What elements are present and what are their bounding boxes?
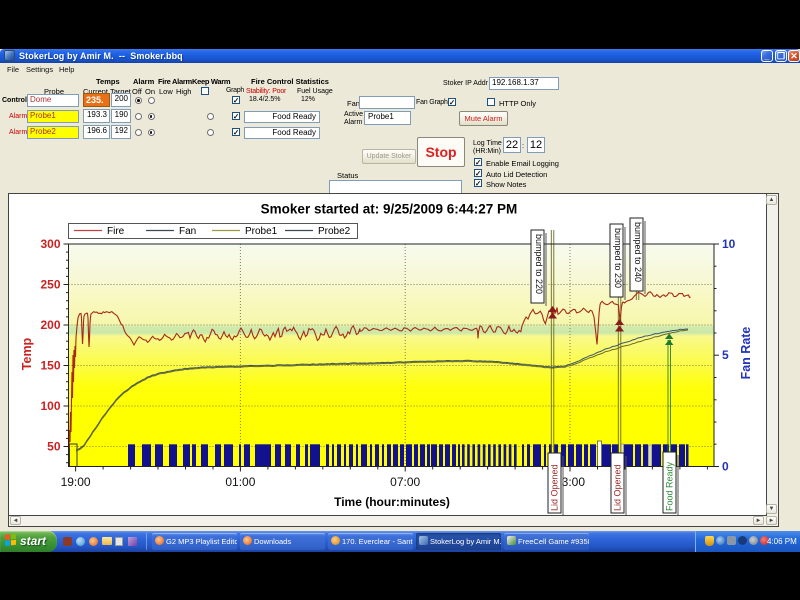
svg-text:200: 200: [40, 318, 60, 332]
svg-text:150: 150: [40, 359, 60, 373]
svg-text:250: 250: [40, 278, 60, 292]
svg-text:bumped to 230: bumped to 230: [613, 228, 623, 288]
svg-text:Temp: Temp: [20, 337, 34, 370]
svg-text:Fire: Fire: [107, 226, 125, 237]
svg-text:100: 100: [40, 399, 60, 413]
svg-text:01:00: 01:00: [225, 475, 255, 489]
svg-text:Food Ready: Food Ready: [665, 461, 675, 511]
svg-text:19:00: 19:00: [61, 475, 91, 489]
svg-text:10: 10: [722, 237, 736, 251]
svg-text:Lid Opened: Lid Opened: [550, 464, 560, 511]
svg-text:Time (hour:minutes): Time (hour:minutes): [334, 495, 450, 509]
svg-text:5: 5: [722, 348, 729, 362]
svg-text:Lid Opened: Lid Opened: [613, 464, 623, 511]
svg-text:Smoker started at: 9/25/2009 6: Smoker started at: 9/25/2009 6:44:27 PM: [261, 202, 518, 217]
svg-text:bumped to 220: bumped to 220: [534, 234, 544, 294]
svg-text:Probe1: Probe1: [245, 226, 278, 237]
svg-text:Fan: Fan: [179, 226, 196, 237]
svg-text:0: 0: [722, 460, 729, 474]
svg-text:bumped to 240: bumped to 240: [633, 222, 643, 282]
svg-text:Probe2: Probe2: [318, 226, 351, 237]
svg-text:07:00: 07:00: [390, 475, 420, 489]
svg-text:300: 300: [40, 237, 60, 251]
svg-text:50: 50: [47, 440, 61, 454]
svg-text:Fan Rate: Fan Rate: [739, 327, 753, 380]
